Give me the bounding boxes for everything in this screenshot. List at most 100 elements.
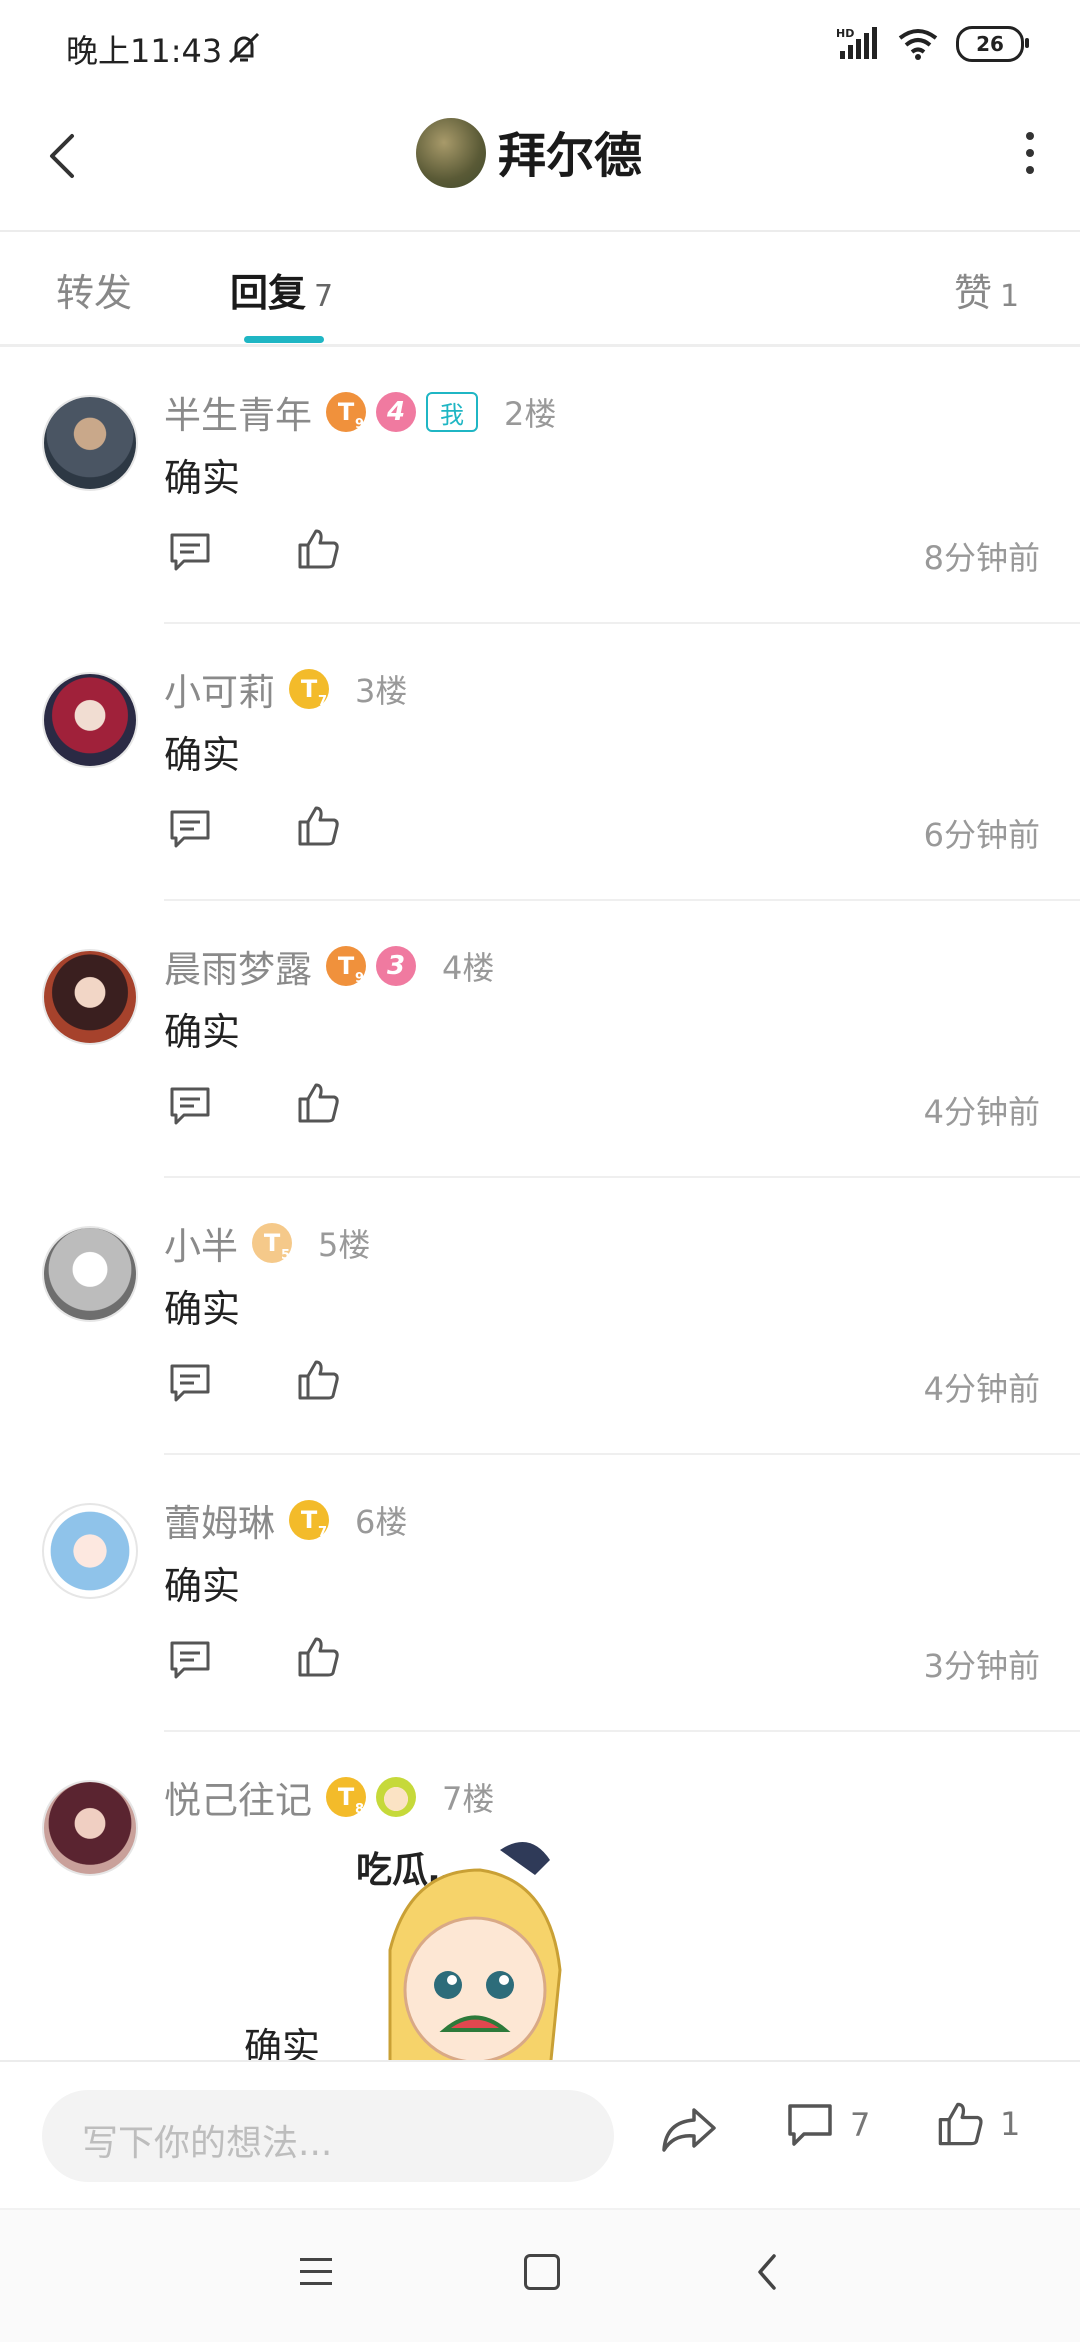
reply-time: 4分钟前 [923, 1370, 1040, 1408]
username[interactable]: 小半 [164, 1216, 238, 1270]
status-icons: HD 26 [836, 26, 1029, 62]
battery-indicator: 26 [956, 26, 1029, 62]
reply-header: 蕾姆琳 T7 6楼 [164, 1495, 407, 1545]
floor-number: 4楼 [442, 949, 495, 987]
level-badge-icon: T9 [326, 946, 366, 986]
floor-number: 5楼 [318, 1226, 371, 1264]
user-avatar[interactable] [42, 1226, 138, 1322]
bell-muted-icon [228, 32, 260, 64]
comment-icon [788, 2104, 832, 2146]
comment-icon[interactable] [168, 1085, 212, 1127]
rank-badge-icon: 3 [376, 946, 416, 986]
comment-icon[interactable] [168, 808, 212, 850]
sticker-image[interactable]: 吃瓜… [350, 1830, 580, 2060]
author-avatar[interactable] [416, 118, 486, 188]
reply-time: 4分钟前 [923, 1093, 1040, 1131]
username[interactable]: 晨雨梦露 [164, 939, 312, 993]
floor-number: 3楼 [355, 672, 408, 710]
user-avatar[interactable] [42, 1503, 138, 1599]
reply-item: 晨雨梦露 T9 3 4楼 确实 4分钟前 [0, 901, 1080, 1178]
bottom-action-bar: 写下你的想法... 7 1 [0, 2060, 1080, 2210]
comment-input-placeholder: 写下你的想法... [82, 2123, 333, 2164]
level-badge-icon: T8 [326, 1777, 366, 1817]
reply-item: 小可莉 T7 3楼 确实 6分钟前 [0, 624, 1080, 901]
reply-content: 确实 [164, 1010, 241, 1054]
character-badge-icon [376, 1777, 416, 1817]
tab-replies-label: 回复 [230, 271, 307, 315]
reply-time: 3分钟前 [923, 1647, 1040, 1685]
reply-time: 8分钟前 [923, 539, 1040, 577]
reply-list[interactable]: 半生青年 T9 4 我 2楼 确实 8分钟前 小可莉 T7 3楼 确实 6分钟前 [0, 347, 1080, 2060]
rank-badge-icon: 4 [376, 392, 416, 432]
reply-actions: 4分钟前 [164, 1358, 1040, 1408]
thumbs-up-icon[interactable] [296, 1358, 340, 1402]
reply-item: 蕾姆琳 T7 6楼 确实 3分钟前 [0, 1455, 1080, 1732]
user-avatar[interactable] [42, 949, 138, 1045]
signal-icon: HD [836, 27, 877, 59]
share-icon[interactable] [660, 2104, 718, 2154]
reply-item: 半生青年 T9 4 我 2楼 确实 8分钟前 [0, 347, 1080, 624]
back-arrow-icon[interactable] [38, 126, 88, 186]
thumbs-up-icon[interactable] [296, 1081, 340, 1125]
floor-number: 6楼 [355, 1503, 408, 1541]
battery-level: 26 [976, 32, 1004, 56]
comment-icon[interactable] [168, 1639, 212, 1681]
thumbs-up-icon[interactable] [296, 1635, 340, 1679]
like-count-button[interactable]: 1 [936, 2100, 1020, 2148]
comment-icon[interactable] [168, 531, 212, 573]
more-options-icon[interactable] [1020, 132, 1040, 182]
level-badge-icon: T5 [252, 1223, 292, 1263]
reply-content: 确实 [164, 1287, 241, 1331]
user-avatar[interactable] [42, 1780, 138, 1876]
page-title: 拜尔德 [498, 128, 643, 184]
reply-content: 确实 [164, 733, 241, 777]
tab-bar: 转发 回复 7 赞1 [0, 232, 1080, 347]
active-tab-indicator [244, 336, 324, 343]
status-time: 晚上11:43 [66, 32, 223, 70]
reply-item: 悦己往记 T8 7楼 吃瓜… 确实 [0, 1732, 1080, 2060]
menu-icon[interactable] [300, 2258, 332, 2288]
reply-header: 晨雨梦露 T9 3 4楼 [164, 941, 494, 991]
top-nav-bar: 拜尔德 [0, 92, 1080, 232]
username[interactable]: 悦己往记 [164, 1770, 312, 1824]
reply-time: 6分钟前 [923, 816, 1040, 854]
home-icon[interactable] [524, 2254, 560, 2290]
thumbs-up-icon [938, 2102, 983, 2146]
wifi-icon [898, 29, 938, 60]
reply-actions: 3分钟前 [164, 1635, 1040, 1685]
comment-count-button[interactable]: 7 [786, 2102, 870, 2148]
status-bar: 晚上11:43 HD 26 [0, 0, 1080, 92]
floor-number: 2楼 [504, 395, 557, 433]
reply-header: 悦己往记 T8 7楼 [164, 1772, 494, 1822]
like-count: 1 [1000, 2105, 1021, 2143]
level-badge-icon: T9 [326, 392, 366, 432]
user-avatar[interactable] [42, 672, 138, 768]
reply-header: 小半 T5 5楼 [164, 1218, 370, 1268]
username[interactable]: 蕾姆琳 [164, 1493, 275, 1547]
me-tag: 我 [426, 392, 478, 432]
user-avatar[interactable] [42, 395, 138, 491]
reply-content: 确实 [164, 1564, 241, 1608]
reply-actions: 4分钟前 [164, 1081, 1040, 1131]
floor-number: 7楼 [442, 1780, 495, 1818]
tab-likes-count: 1 [1000, 279, 1020, 314]
tab-likes[interactable]: 赞1 [954, 262, 1019, 317]
reply-header: 半生青年 T9 4 我 2楼 [164, 387, 556, 437]
comment-count: 7 [850, 2106, 871, 2144]
reply-content: 确实 [244, 2025, 321, 2060]
tab-replies[interactable]: 回复 7 [230, 262, 333, 317]
tab-likes-label: 赞 [954, 271, 993, 315]
tab-repost[interactable]: 转发 [56, 262, 132, 317]
comment-icon[interactable] [168, 1362, 212, 1404]
thumbs-up-icon[interactable] [296, 527, 340, 571]
username[interactable]: 半生青年 [164, 385, 312, 439]
reply-actions: 8分钟前 [164, 527, 1040, 577]
system-nav-bar [0, 2208, 1080, 2342]
thumbs-up-icon[interactable] [296, 804, 340, 848]
reply-content: 确实 [164, 456, 241, 500]
reply-item: 小半 T5 5楼 确实 4分钟前 [0, 1178, 1080, 1455]
system-back-icon[interactable] [754, 2250, 780, 2294]
username[interactable]: 小可莉 [164, 662, 275, 716]
comment-input[interactable]: 写下你的想法... [42, 2090, 614, 2182]
network-label: HD [836, 27, 854, 40]
